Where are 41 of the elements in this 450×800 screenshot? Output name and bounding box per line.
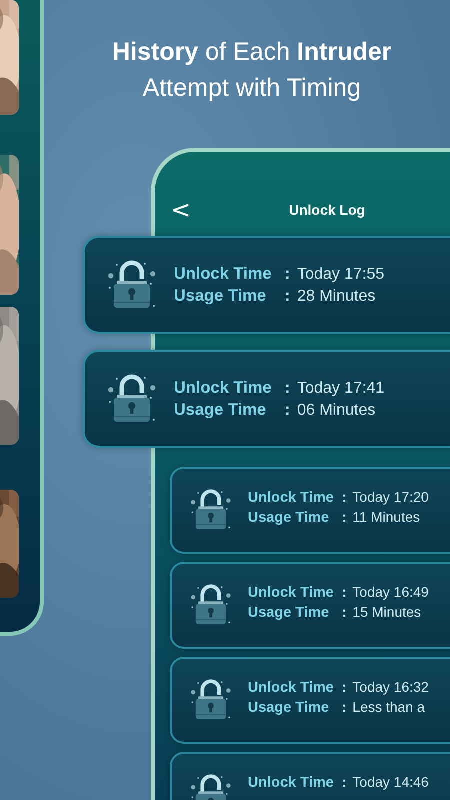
open-padlock-icon bbox=[190, 584, 232, 626]
field-label: Usage Time bbox=[248, 700, 330, 716]
field-value: Today 14:46 bbox=[352, 774, 429, 790]
colon-separator: : bbox=[285, 380, 290, 398]
field-label: Unlock Time bbox=[248, 490, 335, 506]
field-value: Today 17:55 bbox=[297, 266, 385, 284]
field-label: Usage Time bbox=[248, 510, 330, 526]
field-value: Today 17:20 bbox=[352, 489, 429, 505]
colon-separator: : bbox=[342, 489, 347, 505]
field-label: Unlock Time bbox=[174, 264, 273, 284]
colon-separator: : bbox=[285, 266, 290, 284]
field-value: 06 Minutes bbox=[297, 402, 377, 420]
field-value: Less than a bbox=[352, 699, 426, 715]
colon-separator: : bbox=[342, 774, 347, 790]
open-padlock-icon bbox=[190, 489, 232, 531]
open-padlock-icon bbox=[107, 374, 157, 424]
colon-separator: : bbox=[342, 584, 347, 600]
colon-separator: : bbox=[342, 679, 347, 695]
field-value: Today 16:49 bbox=[352, 584, 429, 600]
field-label: Unlock Time bbox=[248, 775, 335, 791]
headline: History of Each Intruder Attempt with Timing bbox=[111, 37, 393, 104]
field-label: Usage Time bbox=[248, 605, 330, 621]
field-label: Usage Time bbox=[174, 286, 268, 306]
field-value: 28 Minutes bbox=[297, 288, 377, 306]
colon-separator: : bbox=[342, 699, 347, 715]
screen-title: Unlock Log bbox=[289, 202, 366, 218]
colon-separator: : bbox=[342, 509, 347, 525]
field-value: Today 16:32 bbox=[352, 679, 429, 695]
field-label: Unlock Time bbox=[248, 680, 335, 696]
field-label: Unlock Time bbox=[248, 585, 335, 601]
field-label: Unlock Time bbox=[174, 378, 273, 398]
colon-separator: : bbox=[342, 604, 347, 620]
field-value: Today 17:41 bbox=[297, 380, 385, 398]
colon-separator: : bbox=[285, 288, 290, 306]
open-padlock-icon bbox=[107, 260, 157, 310]
open-padlock-icon bbox=[190, 679, 232, 721]
field-value: 15 Minutes bbox=[352, 604, 422, 620]
field-label: Usage Time bbox=[174, 400, 268, 420]
back-button[interactable]: < bbox=[167, 196, 196, 224]
colon-separator: : bbox=[285, 402, 290, 420]
field-value: 11 Minutes bbox=[352, 509, 422, 525]
